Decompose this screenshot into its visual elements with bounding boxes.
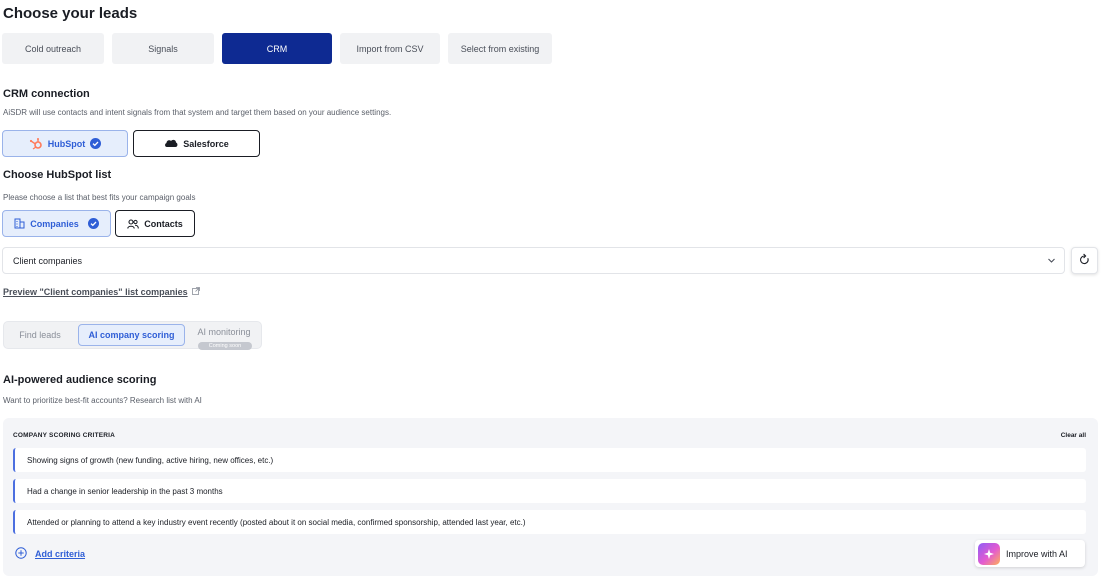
- hubspot-list-description: Please choose a list that best fits your…: [3, 193, 196, 202]
- refresh-icon: [1079, 252, 1090, 270]
- add-criteria-button[interactable]: Add criteria: [15, 547, 85, 561]
- building-icon: [14, 218, 25, 229]
- criteria-item[interactable]: Showing signs of growth (new funding, ac…: [13, 448, 1086, 472]
- tab-ai-company-scoring[interactable]: AI company scoring: [78, 324, 185, 346]
- coming-soon-badge: Coming soon: [198, 342, 252, 350]
- criteria-item[interactable]: Attended or planning to attend a key ind…: [13, 510, 1086, 534]
- tab-signals[interactable]: Signals: [112, 33, 214, 64]
- scoring-mode-tabs: Find leads AI company scoring AI monitor…: [3, 321, 262, 350]
- criteria-item[interactable]: Had a change in senior leadership in the…: [13, 479, 1086, 503]
- check-badge-icon: [90, 138, 102, 149]
- tab-select-existing[interactable]: Select from existing: [448, 33, 552, 64]
- add-criteria-label: Add criteria: [35, 549, 86, 559]
- salesforce-label: Salesforce: [183, 138, 229, 149]
- refresh-button[interactable]: [1071, 247, 1098, 274]
- criteria-panel-label: COMPANY SCORING CRITERIA: [13, 432, 116, 439]
- people-icon: [127, 218, 140, 229]
- tab-crm[interactable]: CRM: [222, 33, 332, 64]
- scoring-description: Want to prioritize best-fit accounts? Re…: [3, 396, 202, 405]
- lead-source-tabs: Cold outreach Signals CRM Import from CS…: [2, 33, 552, 64]
- preview-list-link[interactable]: Preview "Client companies" list companie…: [3, 287, 200, 297]
- salesforce-icon: [164, 139, 178, 148]
- tab-ai-monitoring: AI monitoring: [197, 327, 251, 337]
- contacts-button[interactable]: Contacts: [115, 210, 195, 237]
- companies-button[interactable]: Companies: [2, 210, 111, 237]
- chevron-down-icon: [1047, 256, 1056, 267]
- crm-connection-heading: CRM connection: [3, 88, 90, 100]
- tab-import-csv[interactable]: Import from CSV: [340, 33, 440, 64]
- contacts-label: Contacts: [144, 218, 183, 229]
- scoring-criteria-panel: COMPANY SCORING CRITERIA Clear all Showi…: [3, 418, 1098, 576]
- tab-find-leads[interactable]: Find leads: [8, 324, 72, 346]
- hubspot-label: HubSpot: [47, 138, 86, 149]
- improve-with-ai-button[interactable]: Improve with AI: [975, 540, 1085, 567]
- external-link-icon: [191, 287, 200, 297]
- select-value: Client companies: [13, 255, 83, 266]
- hubspot-icon: [29, 137, 43, 150]
- tab-cold-outreach[interactable]: Cold outreach: [2, 33, 104, 64]
- hubspot-list-select[interactable]: Client companies: [2, 247, 1065, 274]
- companies-label: Companies: [30, 218, 79, 229]
- hubspot-button[interactable]: HubSpot: [2, 130, 128, 157]
- scoring-heading: AI-powered audience scoring: [3, 374, 157, 386]
- hubspot-list-heading: Choose HubSpot list: [3, 169, 112, 181]
- improve-with-ai-label: Improve with AI: [1006, 548, 1068, 559]
- salesforce-button[interactable]: Salesforce: [133, 130, 260, 157]
- crm-connection-description: AiSDR will use contacts and intent signa…: [3, 108, 392, 117]
- plus-circle-icon: [15, 547, 27, 561]
- page-title: Choose your leads: [3, 5, 138, 22]
- sparkle-icon: [978, 542, 1000, 565]
- clear-all-button[interactable]: Clear all: [1061, 432, 1086, 439]
- preview-link-label: Preview "Client companies" list companie…: [3, 287, 188, 297]
- check-badge-icon: [87, 218, 99, 229]
